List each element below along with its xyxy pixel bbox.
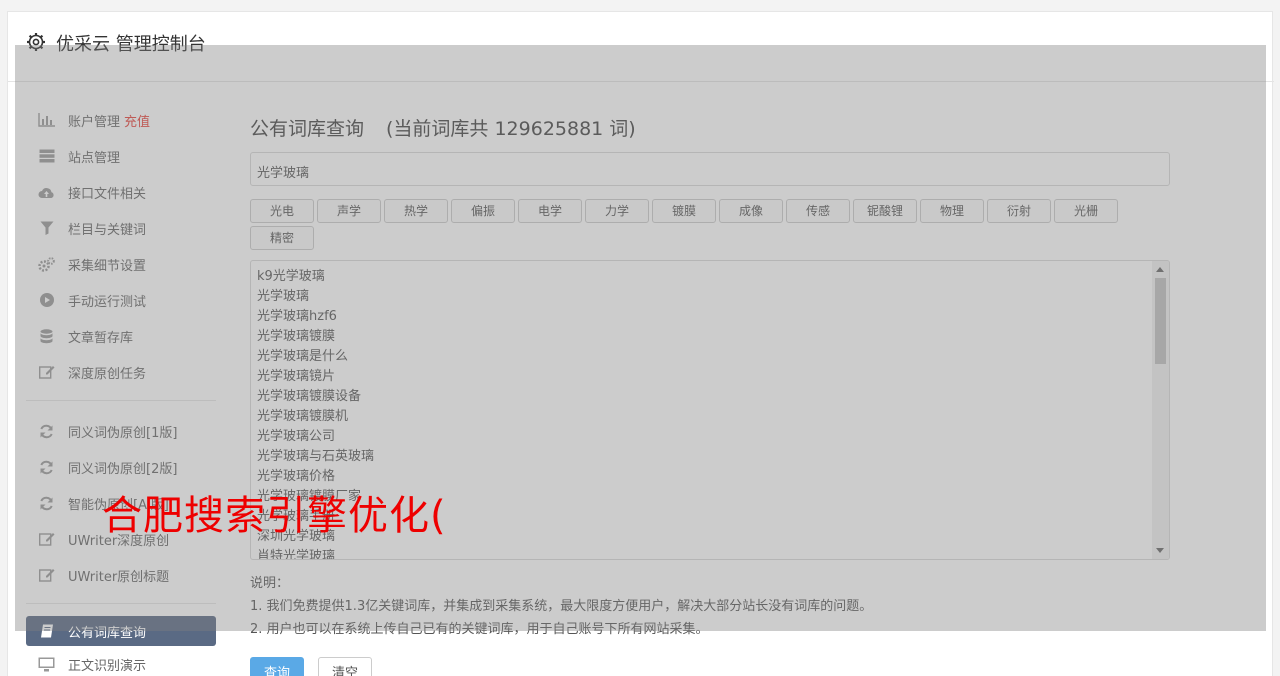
category-button[interactable]: 精密 <box>250 226 314 250</box>
page-title: 公有词库查询 (当前词库共 129625881 词) <box>250 114 636 141</box>
refresh-icon <box>38 495 55 511</box>
sidebar-item-label: 文章暂存库 <box>68 330 134 346</box>
page-title-text: 公有词库查询 <box>250 118 365 140</box>
page-header-title: 优采云 管理控制台 <box>56 34 206 55</box>
category-button[interactable]: 电学 <box>518 199 582 223</box>
category-button[interactable]: 热学 <box>384 199 448 223</box>
recharge-link[interactable]: 充值 <box>124 111 150 130</box>
list-item: 光学玻璃镀膜 <box>257 329 336 344</box>
category-button[interactable]: 偏振 <box>451 199 515 223</box>
category-button[interactable]: 光电 <box>250 199 314 223</box>
sidebar-item-label: 栏目与关键词 <box>68 222 147 238</box>
results-scrollbar[interactable] <box>1152 261 1169 559</box>
monitor-icon <box>38 656 55 672</box>
book-icon <box>38 623 55 639</box>
edit-icon <box>38 364 55 380</box>
notes: 说明： 1. 我们免费提供1.3亿关键词库，并集成到采集系统，最大限度方便用户，… <box>250 572 872 641</box>
refresh-icon <box>38 459 55 475</box>
sidebar-item-synonym-v2[interactable]: 同义词伪原创[2版] <box>26 449 216 485</box>
watermark-text: 合肥搜索引擎优化( <box>102 493 447 539</box>
list-item: 光学玻璃 <box>257 289 310 304</box>
console-panel: 优采云 管理控制台 账户管理 充值 站点管理 接口文件相关 栏目与关键词 采集细… <box>7 11 1274 676</box>
category-button[interactable]: 光栅 <box>1054 199 1118 223</box>
sidebar: 账户管理 充值 站点管理 接口文件相关 栏目与关键词 采集细节设置 手动运行测试… <box>26 102 216 676</box>
cogs-icon <box>38 256 55 272</box>
category-button[interactable]: 铌酸锂 <box>853 199 917 223</box>
category-button[interactable]: 衍射 <box>987 199 1051 223</box>
list-item: 肖特光学玻璃 <box>257 549 336 560</box>
sidebar-item-label: 手动运行测试 <box>68 294 147 310</box>
list-item: 光学玻璃是什么 <box>257 349 349 364</box>
sidebar-item-label: 采集细节设置 <box>68 258 147 274</box>
list-item: 光学玻璃镜片 <box>257 369 336 384</box>
scroll-up-arrow-icon[interactable] <box>1156 267 1164 272</box>
play-circle-icon <box>38 292 55 308</box>
sidebar-item-label: 正文识别演示 <box>68 658 147 674</box>
list-item: 光学玻璃镀膜设备 <box>257 389 362 404</box>
sidebar-item-label: 同义词伪原创[1版] <box>68 425 178 441</box>
server-icon <box>38 148 55 164</box>
database-icon <box>38 328 55 344</box>
sidebar-item-label: 账户管理 <box>68 114 121 130</box>
clear-button[interactable]: 清空 <box>318 657 372 676</box>
scroll-down-arrow-icon[interactable] <box>1156 548 1164 553</box>
category-button[interactable]: 力学 <box>585 199 649 223</box>
list-item: 光学玻璃公司 <box>257 429 336 444</box>
edit-icon <box>38 567 55 583</box>
sidebar-item-label: 站点管理 <box>68 150 121 166</box>
sidebar-item-manual-test[interactable]: 手动运行测试 <box>26 282 216 318</box>
lexicon-count: (当前词库共 129625881 词) <box>386 118 636 140</box>
cloud-upload-icon <box>38 184 55 200</box>
sidebar-item-public-lexicon[interactable]: 公有词库查询 <box>26 616 216 646</box>
notes-line: 1. 我们免费提供1.3亿关键词库，并集成到采集系统，最大限度方便用户，解决大部… <box>250 599 873 614</box>
bar-chart-icon <box>38 112 55 128</box>
category-button[interactable]: 传感 <box>786 199 850 223</box>
category-buttons: 光电 声学 热学 偏振 电学 力学 镀膜 成像 传感 铌酸锂 物理 衍射 光栅精密 <box>250 199 1170 253</box>
scroll-thumb[interactable] <box>1155 278 1166 364</box>
edit-icon <box>38 531 55 547</box>
category-button[interactable]: 物理 <box>920 199 984 223</box>
list-item: 光学玻璃镀膜机 <box>257 409 349 424</box>
category-button[interactable]: 声学 <box>317 199 381 223</box>
sidebar-item-collect-settings[interactable]: 采集细节设置 <box>26 246 216 282</box>
sidebar-item-sites[interactable]: 站点管理 <box>26 138 216 174</box>
sidebar-divider <box>26 603 216 604</box>
refresh-icon <box>38 423 55 439</box>
sidebar-item-label: 公有词库查询 <box>68 625 147 641</box>
sidebar-item-deep-original[interactable]: 深度原创任务 <box>26 354 216 390</box>
sidebar-item-uwriter-title[interactable]: UWriter原创标题 <box>26 557 216 593</box>
sidebar-item-label: UWriter原创标题 <box>68 569 170 585</box>
sidebar-item-synonym-v1[interactable]: 同义词伪原创[1版] <box>26 413 216 449</box>
sidebar-item-account[interactable]: 账户管理 充值 <box>26 102 216 138</box>
sidebar-item-label: 深度原创任务 <box>68 366 147 382</box>
sidebar-divider <box>26 400 216 401</box>
gear-icon <box>27 33 45 51</box>
notes-line: 2. 用户也可以在系统上传自己已有的关键词库，用于自己账号下所有网站采集。 <box>250 622 709 637</box>
list-item: k9光学玻璃 <box>257 269 325 284</box>
sidebar-item-text-recognition[interactable]: 正文识别演示 <box>26 646 216 676</box>
filter-icon <box>38 220 55 236</box>
sidebar-item-interface[interactable]: 接口文件相关 <box>26 174 216 210</box>
notes-heading: 说明： <box>250 576 290 591</box>
sidebar-item-label: 同义词伪原创[2版] <box>68 461 178 477</box>
header: 优采云 管理控制台 <box>8 12 1274 82</box>
sidebar-item-label: 接口文件相关 <box>68 186 147 202</box>
category-button[interactable]: 成像 <box>719 199 783 223</box>
list-item: 光学玻璃与石英玻璃 <box>257 449 375 464</box>
list-item: 光学玻璃hzf6 <box>257 309 337 324</box>
query-button[interactable]: 查询 <box>250 657 304 676</box>
sidebar-item-keywords[interactable]: 栏目与关键词 <box>26 210 216 246</box>
search-input[interactable]: 光学玻璃 <box>250 152 1170 186</box>
sidebar-item-article-storage[interactable]: 文章暂存库 <box>26 318 216 354</box>
category-button[interactable]: 镀膜 <box>652 199 716 223</box>
